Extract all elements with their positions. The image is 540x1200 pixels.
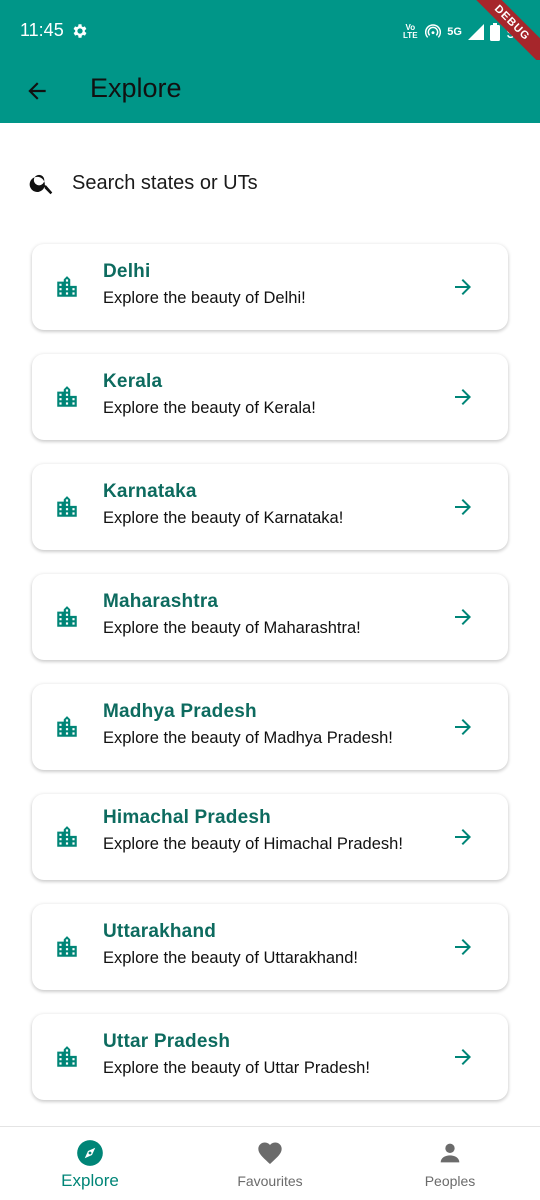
location-city-icon — [57, 936, 77, 957]
back-button[interactable] — [20, 74, 54, 108]
nav-peoples[interactable]: Peoples — [360, 1127, 540, 1200]
place-card-madhya-pradesh[interactable]: Madhya Pradesh Explore the beauty of Mad… — [32, 684, 508, 770]
place-title: Himachal Pradesh — [103, 807, 271, 828]
place-card-himachal-pradesh[interactable]: Himachal Pradesh Explore the beauty of H… — [32, 794, 508, 880]
location-city-icon — [57, 276, 77, 297]
places-list: Delhi Explore the beauty of Delhi! Keral… — [32, 244, 508, 1124]
settings-gear-icon — [73, 24, 87, 38]
app-bar: Explore — [0, 60, 540, 123]
place-subtitle: Explore the beauty of Himachal Pradesh! — [103, 835, 403, 853]
place-subtitle: Explore the beauty of Uttar Pradesh! — [103, 1059, 370, 1077]
place-title: Delhi — [103, 261, 151, 282]
place-title: Maharashtra — [103, 591, 219, 612]
arrow-forward-icon — [455, 389, 471, 405]
signal-icon — [467, 24, 484, 40]
place-subtitle: Explore the beauty of Karnataka! — [103, 509, 344, 527]
arrow-forward-icon — [455, 829, 471, 845]
arrow-forward-icon — [455, 279, 471, 295]
location-city-icon — [57, 386, 77, 407]
search-icon — [29, 174, 53, 195]
location-city-icon — [57, 606, 77, 627]
search-input[interactable] — [72, 171, 492, 195]
place-title: Uttarakhand — [103, 921, 217, 942]
place-title: Uttar Pradesh — [103, 1031, 231, 1052]
location-city-icon — [57, 1046, 77, 1067]
place-subtitle: Explore the beauty of Delhi! — [103, 289, 306, 307]
location-city-icon — [57, 826, 77, 847]
place-card-maharashtra[interactable]: Maharashtra Explore the beauty of Mahara… — [32, 574, 508, 660]
heart-icon — [258, 1142, 282, 1164]
hotspot-icon — [425, 24, 442, 38]
place-subtitle: Explore the beauty of Kerala! — [103, 399, 316, 417]
location-city-icon — [57, 716, 77, 737]
arrow-forward-icon — [455, 939, 471, 955]
battery-icon — [489, 23, 500, 41]
place-card-kerala[interactable]: Kerala Explore the beauty of Kerala! — [32, 354, 508, 440]
place-card-delhi[interactable]: Delhi Explore the beauty of Delhi! — [32, 244, 508, 330]
place-card-karnataka[interactable]: Karnataka Explore the beauty of Karnatak… — [32, 464, 508, 550]
nav-favourites[interactable]: Favourites — [180, 1127, 360, 1200]
arrow-forward-icon — [455, 499, 471, 515]
place-title: Karnataka — [103, 481, 197, 502]
nav-label: Peoples — [424, 1173, 476, 1189]
place-card-uttarakhand[interactable]: Uttarakhand Explore the beauty of Uttara… — [32, 904, 508, 990]
status-bar: 11:45 Vo LTE 5G 93 DEBUG — [0, 0, 540, 72]
place-title: Madhya Pradesh — [103, 701, 257, 722]
nav-label: Explore — [61, 1171, 119, 1190]
page-title: Explore — [90, 73, 182, 103]
location-city-icon — [57, 496, 77, 517]
nav-label: Favourites — [237, 1173, 303, 1189]
arrow-forward-icon — [455, 1049, 471, 1065]
arrow-forward-icon — [455, 719, 471, 735]
person-icon — [440, 1143, 460, 1163]
place-subtitle: Explore the beauty of Maharashtra! — [103, 619, 361, 637]
volte-indicator: Vo LTE — [403, 23, 418, 40]
bottom-navigation: Explore Favourites Peoples — [0, 1126, 540, 1200]
place-card-uttar-pradesh[interactable]: Uttar Pradesh Explore the beauty of Utta… — [32, 1014, 508, 1100]
arrow-back-icon — [28, 82, 46, 100]
arrow-forward-icon — [455, 609, 471, 625]
status-time: 11:45 — [20, 20, 64, 40]
network-type: 5G — [447, 26, 462, 38]
place-subtitle: Explore the beauty of Madhya Pradesh! — [103, 729, 393, 747]
compass-icon — [77, 1140, 103, 1166]
place-title: Kerala — [103, 371, 163, 392]
place-subtitle: Explore the beauty of Uttarakhand! — [103, 949, 358, 967]
search-bar[interactable] — [28, 163, 508, 203]
nav-explore[interactable]: Explore — [0, 1127, 180, 1200]
